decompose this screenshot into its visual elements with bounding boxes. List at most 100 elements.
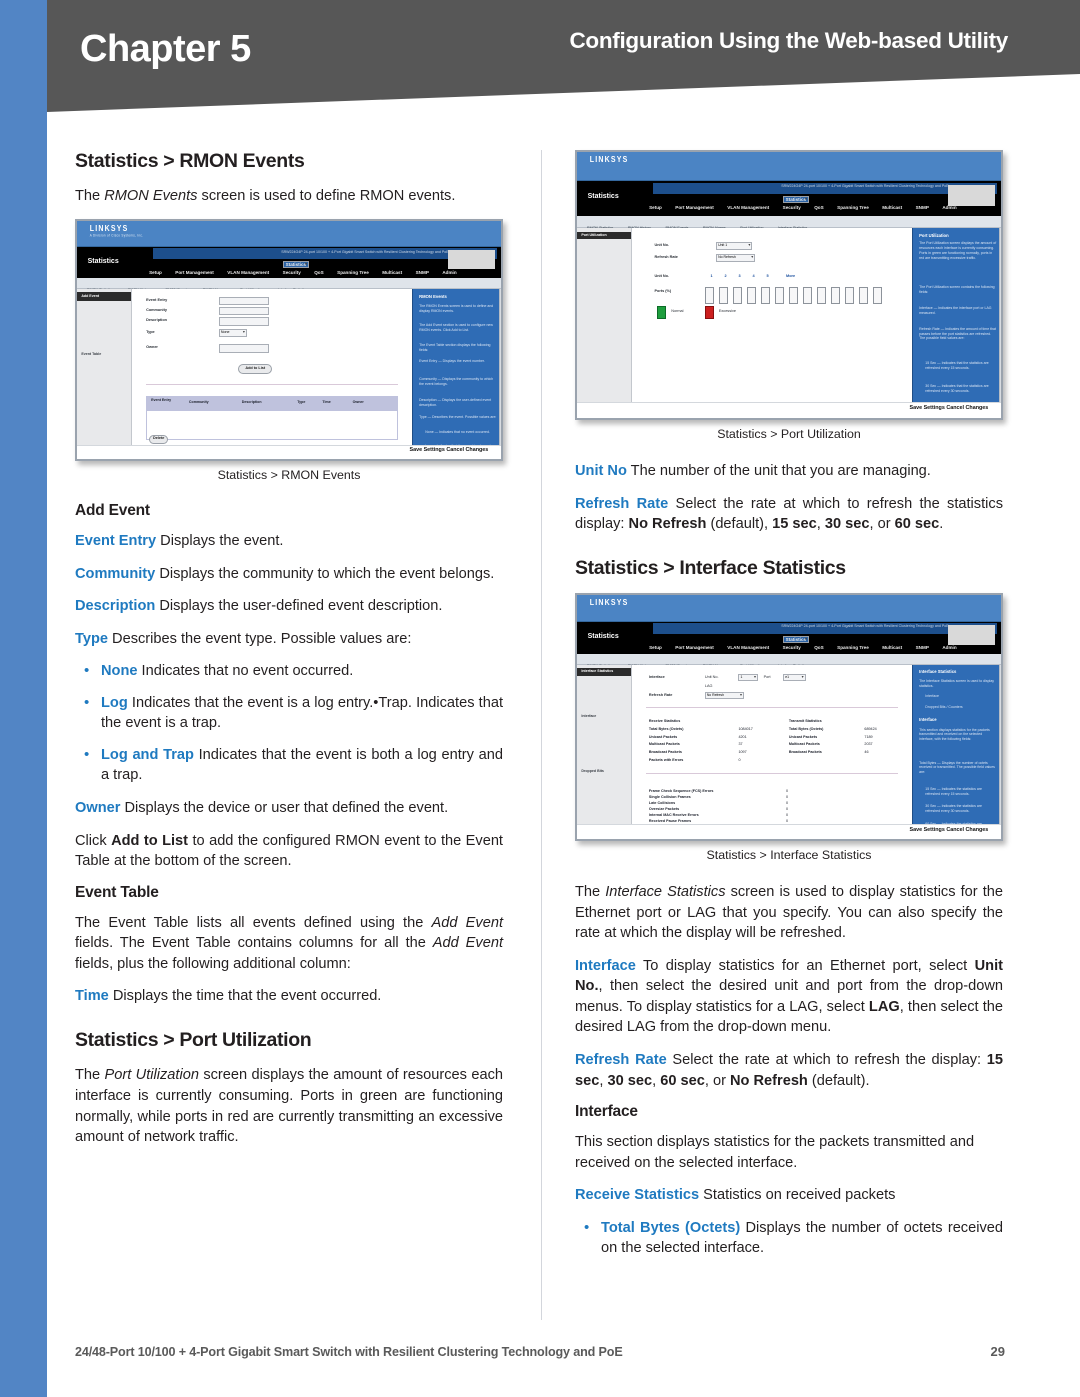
shot-tab[interactable]: Security — [783, 205, 801, 210]
shot-tab[interactable]: Setup — [149, 270, 162, 275]
iface-b2: LAG — [868, 998, 900, 1015]
shot-tab[interactable]: Security — [283, 270, 301, 275]
shot-unit-page[interactable]: 1 — [710, 274, 712, 278]
shot-tab[interactable]: VLAN Management — [727, 645, 769, 650]
shot-sidebar[interactable]: Interface Statistics Interface Dropped B… — [577, 664, 633, 840]
shot-port-box[interactable] — [830, 286, 841, 305]
shot-dropped-value: 0 — [786, 806, 789, 811]
shot-tab[interactable]: Multicast — [382, 270, 402, 275]
shot-sidebar[interactable]: Port Utilization — [577, 228, 633, 418]
shot-tab-strip[interactable]: Setup Port Management VLAN Management St… — [649, 635, 992, 668]
shot-scrollbar[interactable] — [498, 289, 501, 459]
shot-tab-strip[interactable]: Setup Port Management VLAN Management St… — [649, 196, 992, 228]
shot-select-type[interactable]: None — [218, 328, 247, 338]
shot-dropped-value: 0 — [786, 788, 789, 793]
shot-port-box[interactable] — [844, 286, 855, 305]
shot-sidebar-item[interactable]: Interface Statistics — [581, 669, 613, 673]
shot-tab[interactable]: QoS — [814, 645, 823, 650]
shot-tab[interactable]: Port Management — [675, 205, 714, 210]
shot-port-box[interactable] — [802, 286, 813, 305]
shot-subnav[interactable]: RMON Statistics RMON History RMON Events… — [77, 278, 501, 292]
shot-tab[interactable]: SNMP — [916, 205, 929, 210]
shot-tab[interactable]: Admin — [442, 270, 456, 275]
shot-port-box[interactable] — [774, 286, 785, 305]
shot-dropped-label: Internal MAC Receive Errors — [648, 812, 699, 817]
shot-tab-active[interactable]: Statistics — [282, 260, 310, 268]
shot-tab[interactable]: Spanning Tree — [837, 205, 869, 210]
shot-tab[interactable]: Port Management — [175, 270, 214, 275]
shot-tab[interactable]: Multicast — [882, 205, 902, 210]
shot-unit-page[interactable]: 2 — [724, 274, 726, 278]
shot-sidebar-item[interactable]: Dropped Bits — [581, 769, 604, 773]
shot-tab[interactable]: Setup — [649, 205, 662, 210]
shot-tab[interactable]: Multicast — [882, 645, 902, 650]
shot-save-cancel-buttons[interactable]: Save Settings Cancel Changes — [909, 405, 988, 411]
shot-tab-active[interactable]: Statistics — [782, 196, 810, 204]
shot-dropped-value: 0 — [786, 819, 789, 824]
shot-module-label: Statistics — [587, 193, 619, 200]
shot-tab-active[interactable]: Statistics — [782, 635, 810, 643]
shot-select-unit-no[interactable]: 1 — [738, 674, 759, 682]
shot-tab[interactable]: Spanning Tree — [337, 270, 369, 275]
text-time: Displays the time that the event occurre… — [108, 988, 382, 1005]
shot-tab[interactable]: Admin — [942, 205, 956, 210]
text-log: Indicates that the event is a log entry.… — [101, 694, 503, 732]
shot-stat-label: Broadcast Packets — [648, 750, 682, 755]
shot-port-box[interactable] — [732, 286, 743, 305]
shot-port-box[interactable] — [816, 286, 827, 305]
shot-port-box[interactable] — [704, 286, 715, 305]
shot-transmit-title: Transmit Statistics — [788, 718, 822, 723]
shot-scrollbar[interactable] — [998, 228, 1001, 418]
shot-subnav[interactable]: RMON Statistics RMON History RMON Events… — [577, 653, 1001, 668]
shot-tab[interactable]: VLAN Management — [227, 270, 269, 275]
shot-port-box[interactable] — [872, 286, 883, 305]
shot-input-owner[interactable] — [218, 344, 270, 353]
shot-delete-button[interactable]: Delete — [148, 435, 169, 444]
shot-port-box[interactable] — [858, 286, 869, 305]
shot-select-port[interactable]: e1 — [783, 674, 806, 682]
shot-unit-more-link[interactable]: More — [786, 274, 795, 278]
shot-input-description[interactable] — [218, 317, 270, 326]
shot-save-cancel-buttons[interactable]: Save Settings Cancel Changes — [409, 447, 488, 453]
para-type: Type Describes the event type. Possible … — [75, 629, 503, 650]
shot-sidebar[interactable]: Add Event Event Table — [77, 289, 133, 459]
shot-th: Time — [322, 400, 331, 405]
shot-dropped-value: 0 — [786, 800, 789, 805]
shot-unit-page[interactable]: 3 — [738, 274, 740, 278]
shot-tab[interactable]: Admin — [942, 645, 956, 650]
shot-sidebar-item[interactable]: Add Event — [81, 294, 99, 298]
shot-select-refresh-rate[interactable]: No Refresh — [704, 691, 745, 699]
shot-unit-page[interactable]: 5 — [766, 274, 768, 278]
shot-tab[interactable]: QoS — [814, 205, 823, 210]
term-time: Time — [75, 988, 109, 1005]
shot-input-event-entry[interactable] — [218, 296, 270, 306]
shot-subnav[interactable]: RMON Statistics RMON History RMON Events… — [577, 215, 1001, 230]
shot-port-box[interactable] — [788, 286, 799, 305]
shot-save-cancel-buttons[interactable]: Save Settings Cancel Changes — [909, 827, 988, 833]
shot-unit-page[interactable]: 4 — [752, 274, 754, 278]
shot-select-unit-value: Unit 1 — [718, 243, 728, 248]
shot-field-label: Type — [146, 329, 155, 334]
shot-select-refresh[interactable]: No Refresh — [716, 253, 756, 262]
shot-select-unit[interactable]: Unit 1 — [716, 242, 753, 251]
shot-tab[interactable]: QoS — [314, 270, 323, 275]
shot-tab[interactable]: VLAN Management — [727, 205, 769, 210]
shot-sidebar-item[interactable]: Event Table — [81, 352, 101, 356]
shot-add-to-list-button[interactable]: Add to List — [238, 363, 273, 374]
shot-port-box[interactable] — [718, 286, 729, 305]
shot-tab[interactable]: SNMP — [416, 270, 429, 275]
shot-port-box[interactable] — [746, 286, 757, 305]
shot-sidebar-item[interactable]: Interface — [581, 714, 596, 718]
shot-tab[interactable]: Port Management — [675, 645, 714, 650]
shot-tab[interactable]: SNMP — [916, 645, 929, 650]
shot-scrollbar[interactable] — [998, 664, 1001, 840]
shot-tab[interactable]: Security — [783, 645, 801, 650]
shot-input-community[interactable] — [218, 306, 270, 316]
shot-tab[interactable]: Spanning Tree — [837, 645, 869, 650]
refresh-text-5: . — [939, 516, 944, 533]
shot-port-box[interactable] — [760, 286, 771, 305]
shot-sidebar-item[interactable]: Port Utilization — [581, 233, 606, 237]
para-port-utilization: The Port Utilization screen displays the… — [75, 1065, 503, 1147]
shot-tab[interactable]: Setup — [649, 645, 662, 650]
shot-tab-strip[interactable]: Setup Port Management VLAN Management St… — [149, 260, 492, 293]
